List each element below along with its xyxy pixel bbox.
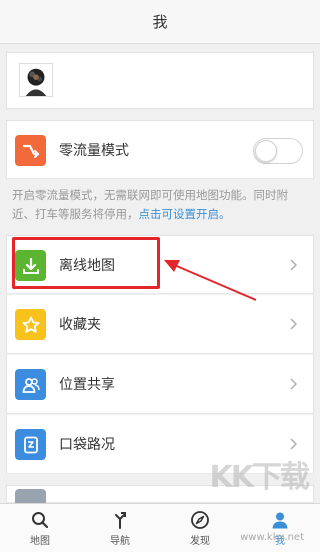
download-icon [15, 250, 46, 281]
profile-card[interactable] [6, 52, 314, 109]
watermark-logo: KK下载 [209, 460, 310, 495]
location-share-label: 位置共享 [59, 377, 115, 393]
user-icon [272, 512, 288, 528]
star-icon [15, 309, 46, 340]
zero-traffic-row[interactable]: 零流量模式 [6, 120, 314, 179]
traffic-icon [15, 429, 46, 460]
tab-navigation-label: 导航 [110, 535, 130, 547]
navigation-icon [115, 511, 126, 529]
offline-map-label: 离线地图 [59, 257, 115, 274]
settings-link[interactable]: 点击可设置开启。 [139, 207, 231, 221]
chevron-right-icon [290, 318, 298, 330]
tab-map-label: 地图 [30, 535, 50, 547]
menu-item-favorites[interactable]: 收藏夹 [6, 295, 314, 354]
page-title: 我 [152, 13, 168, 31]
compass-icon [191, 510, 209, 529]
watermark-url: www.kkx.net [240, 532, 304, 543]
people-icon [15, 369, 46, 400]
tab-discover-label: 发现 [190, 535, 210, 547]
tab-navigation[interactable]: 导航 [80, 504, 160, 552]
avatar[interactable] [19, 63, 53, 97]
traffic-label: 口袋路况 [59, 437, 115, 453]
tab-discover[interactable]: 发现 [160, 504, 240, 552]
bottom-tab-bar: 地图 导航 发现 我 [0, 503, 320, 552]
zero-traffic-description: 开启零流量模式，无需联网即可使用地图功能。同时附近、打车等服务将停用，点击可设置… [12, 186, 310, 224]
chevron-right-icon [290, 438, 298, 450]
toggle-knob [255, 140, 277, 162]
zero-traffic-label: 零流量模式 [59, 142, 129, 159]
menu-item-location-share[interactable]: 位置共享 [6, 355, 314, 414]
menu-item-offline-map[interactable]: 离线地图 [6, 235, 314, 294]
page-header: 我 [0, 0, 320, 44]
chevron-right-icon [290, 378, 298, 390]
chevron-right-icon [290, 259, 298, 271]
tab-map[interactable]: 地图 [0, 504, 80, 552]
zero-traffic-toggle[interactable] [253, 138, 303, 164]
tab-me[interactable]: 我 [240, 504, 320, 552]
favorites-label: 收藏夹 [59, 317, 101, 333]
zero-traffic-icon [15, 135, 46, 166]
search-icon [32, 511, 49, 528]
settings-icon [15, 489, 46, 504]
